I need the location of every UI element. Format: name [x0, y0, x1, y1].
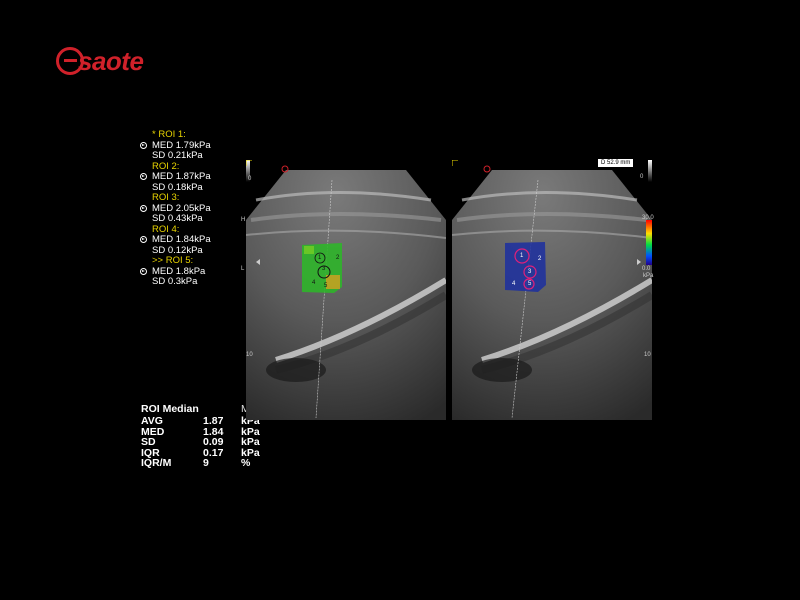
roi-entry-3[interactable]: ROI 3: MED 2.05kPa SD 0.43kPa — [140, 192, 250, 225]
stat-unit: kPa — [241, 436, 260, 448]
ultrasound-panel-right[interactable]: D 52.9 mm 0 30.0 0.0 kPa 10 1 2 3 4 5 — [452, 159, 654, 420]
scale-min-label: 0.0 — [642, 266, 651, 272]
roi-measurement-list: * ROI 1: MED 1.79kPa SD 0.21kPa ROI 2: M… — [140, 129, 250, 288]
stat-label: AVG — [141, 415, 163, 427]
ultrasound-image-right — [452, 160, 652, 420]
depth-mark: 10 — [644, 352, 651, 358]
roi-med: MED 2.05kPa — [152, 202, 211, 214]
roi-select-icon[interactable] — [140, 236, 147, 243]
stat-label: IQR/M — [141, 457, 172, 469]
roi-entry-5[interactable]: >> ROI 5: MED 1.8kPa SD 0.3kPa — [140, 255, 250, 288]
ultrasound-panel-left[interactable]: 0 H L 10 1 2 3 4 5 — [241, 160, 446, 420]
roi-number: 2 — [336, 255, 340, 261]
roi-number: 5 — [528, 281, 532, 287]
stat-value: 0.09 — [203, 436, 224, 448]
roi-number: 4 — [512, 281, 516, 287]
roi-number: 3 — [528, 269, 532, 275]
median-table: AVG 1.87 kPa MED 1.84 kPa SD 0.09 kPa IQR 0.17 k… — [141, 416, 260, 469]
stat-unit: % — [241, 457, 251, 469]
scale-unit-label: kPa — [643, 273, 654, 279]
roi-select-icon[interactable] — [140, 204, 147, 212]
roi-med: MED 1.8kPa — [152, 265, 206, 277]
scale-l-label: L — [241, 266, 245, 272]
depth-badge: D 52.9 mm — [598, 159, 634, 167]
roi-select-icon[interactable] — [140, 141, 147, 149]
roi-entry-2[interactable]: ROI 2: MED 1.87kPa SD 0.18kPa — [140, 161, 250, 194]
stat-value: 9 — [203, 457, 209, 469]
roi-number: 2 — [538, 256, 542, 262]
stat-label: SD — [141, 436, 156, 448]
roi-select-icon[interactable] — [140, 173, 147, 180]
ultrasound-image-left — [246, 160, 446, 420]
grayscale-scale-label: 0 — [640, 174, 644, 180]
esaote-logo: saote — [56, 44, 166, 84]
roi-sd: SD 0.12kPa — [152, 244, 203, 256]
roi-sd: SD 0.21kPa — [152, 150, 203, 161]
roi-select-icon[interactable] — [140, 267, 147, 275]
roi-sd: SD 0.43kPa — [152, 213, 203, 224]
median-title: ROI Median — [141, 403, 199, 415]
scale-h-label: H — [241, 217, 246, 223]
roi-entry-1[interactable]: * ROI 1: MED 1.79kPa SD 0.21kPa — [140, 129, 250, 162]
depth-mark: 10 — [246, 352, 253, 358]
roi-med: MED 1.79kPa — [152, 139, 211, 151]
scale-max-label: 30.0 — [642, 215, 654, 221]
roi-sd: SD 0.3kPa — [152, 276, 198, 287]
stat-value: 1.87 — [203, 415, 224, 427]
logo-text: saote — [78, 46, 144, 76]
roi-number: 4 — [312, 280, 316, 286]
roi-number: 5 — [324, 283, 328, 289]
roi-sd: SD 0.18kPa — [152, 181, 203, 193]
roi-number: 3 — [322, 266, 326, 272]
roi-number: 1 — [318, 255, 322, 261]
roi-med: MED 1.84kPa — [152, 234, 211, 245]
table-row: IQR/M 9% — [141, 458, 260, 469]
table-row: AVG 1.87 kPa — [141, 416, 260, 427]
roi-med: MED 1.87kPa — [152, 171, 211, 182]
roi-entry-4[interactable]: ROI 4: MED 1.84kPa SD 0.12kPa — [140, 224, 250, 257]
roi-number: 1 — [520, 253, 524, 259]
grayscale-scale-label: 0 — [248, 176, 252, 182]
table-row: SD 0.09 kPa — [141, 437, 260, 448]
